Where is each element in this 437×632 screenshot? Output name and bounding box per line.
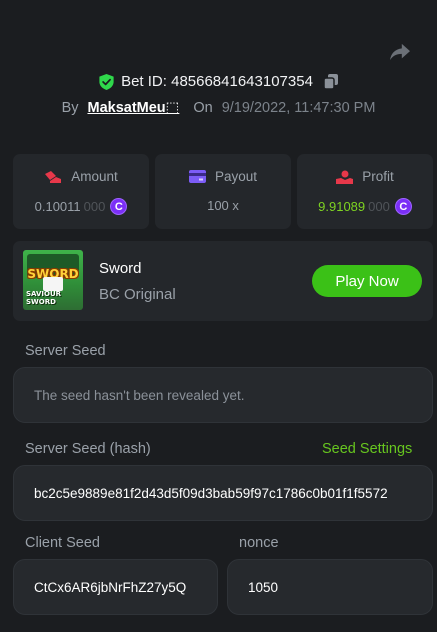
nonce-field[interactable]: 1050 [227, 559, 433, 615]
client-seed-label: Client Seed [25, 535, 100, 551]
amount-label: Amount [71, 169, 118, 184]
coin-icon: C [110, 198, 128, 215]
game-card: SWORD SAVIOUR SWORD Sword BC Original Pl… [13, 241, 433, 321]
server-seed-hash-label: Server Seed (hash) [25, 441, 151, 457]
share-icon[interactable] [389, 42, 411, 62]
amount-value-trailing: 000 [83, 199, 106, 214]
by-label: By [61, 100, 79, 116]
game-thumbnail-subtitle: SAVIOUR SWORD [26, 290, 62, 306]
profit-card: Profit 9.91089 000 C [297, 154, 433, 229]
bet-meta: By MaksatMeu⬚ On 9/19/2022, 11:47:30 PM [0, 100, 437, 116]
bet-timestamp: 9/19/2022, 11:47:30 PM [221, 100, 376, 116]
profit-value: 9.91089 [318, 199, 366, 214]
profit-value-trailing: 000 [368, 199, 390, 214]
coin-icon: C [394, 198, 412, 215]
amount-card: Amount 0.10011 000 C [13, 154, 149, 229]
payout-label: Payout [214, 169, 258, 184]
username-link[interactable]: MaksatMeu⬚ [87, 100, 179, 116]
server-seed-hash-field[interactable]: bc2c5e9889e81f2d43d5f09d3bab59f97c1786c0… [13, 465, 433, 521]
server-seed-label: Server Seed [25, 343, 106, 359]
bet-title: Bet ID: 48566841643107354 [0, 73, 437, 90]
copy-icon[interactable] [323, 74, 338, 89]
payout-value: 100 x [207, 198, 239, 213]
profit-icon [336, 170, 354, 184]
on-label: On [193, 100, 213, 116]
amount-icon [45, 170, 62, 183]
nonce-label: nonce [239, 535, 279, 551]
payout-card: Payout 100 x [155, 154, 291, 229]
game-provider: BC Original [99, 286, 176, 303]
amount-value: 0.10011 [34, 199, 81, 214]
game-thumbnail[interactable]: SWORD SAVIOUR SWORD [23, 250, 83, 310]
payout-icon [188, 170, 206, 183]
play-now-button[interactable]: Play Now [312, 265, 422, 297]
seed-settings-link[interactable]: Seed Settings [322, 441, 412, 457]
bet-id: Bet ID: 48566841643107354 [121, 73, 313, 90]
server-seed-field: The seed hasn't been revealed yet. [13, 367, 433, 423]
profit-label: Profit [362, 169, 394, 184]
client-seed-field[interactable]: CtCx6AR6jbNrFhZ27y5Q [13, 559, 218, 615]
game-name: Sword [99, 260, 142, 277]
shield-check-icon [99, 73, 114, 90]
